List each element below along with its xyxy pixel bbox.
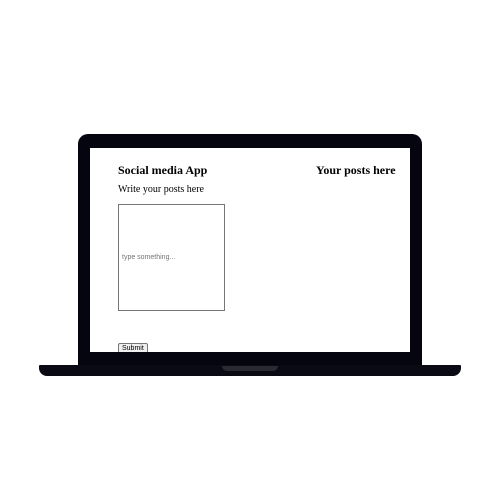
post-textarea-placeholder: type something... <box>122 254 176 261</box>
post-textarea[interactable]: type something... <box>118 204 225 311</box>
laptop-base-notch <box>222 366 278 371</box>
posts-panel-title: Your posts here <box>316 163 396 177</box>
composer-label: Write your posts here <box>118 184 204 195</box>
laptop-screen: Social media App Your posts here Write y… <box>90 148 410 352</box>
app-title: Social media App <box>118 163 208 177</box>
submit-button[interactable]: Submit <box>118 343 148 352</box>
laptop-mockup: Social media App Your posts here Write y… <box>0 0 500 500</box>
